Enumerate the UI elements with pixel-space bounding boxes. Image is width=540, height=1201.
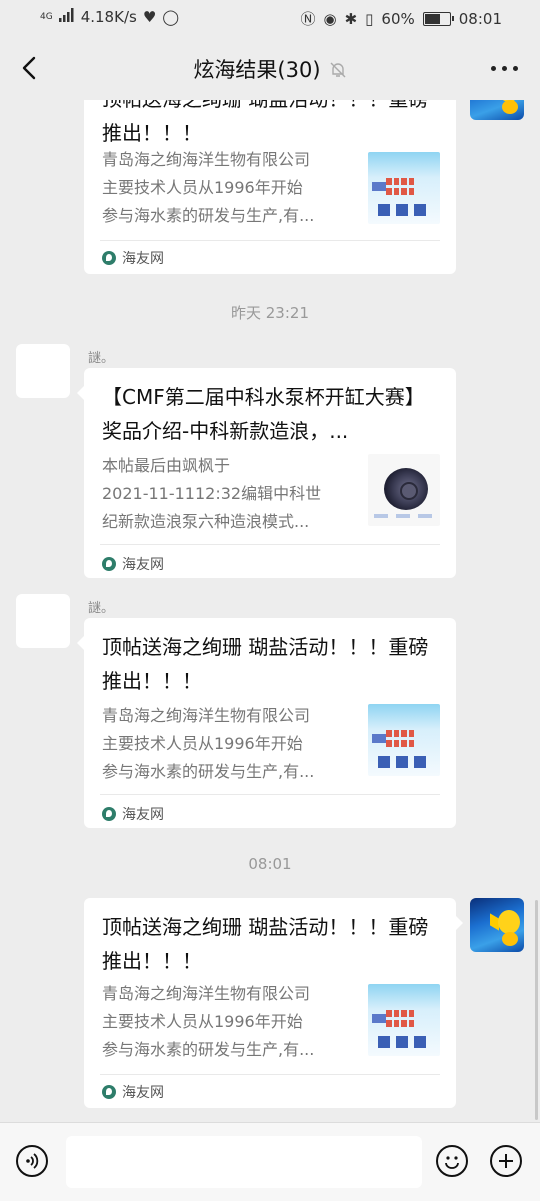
desc-line: 参与海水素的研发与生产,有... bbox=[102, 206, 315, 225]
signal-icon bbox=[58, 8, 75, 26]
clock: 08:01 bbox=[458, 9, 502, 28]
desc-line: 青岛海之绚海洋生物有限公司 bbox=[102, 150, 311, 169]
source-logo-icon bbox=[102, 1085, 116, 1099]
scrollbar[interactable] bbox=[535, 900, 538, 1120]
card-source: 海友网 bbox=[102, 248, 164, 268]
desc-line: 纪新款造浪泵六种造浪模式... bbox=[102, 512, 310, 531]
desc-line: 参与海水素的研发与生产,有... bbox=[102, 762, 315, 781]
card-thumbnail bbox=[368, 152, 440, 224]
desc-line: 青岛海之绚海洋生物有限公司 bbox=[102, 984, 311, 1003]
desc-line: 参与海水素的研发与生产,有... bbox=[102, 1040, 315, 1059]
source-logo-icon bbox=[102, 807, 116, 821]
card-description: 青岛海之绚海洋生物有限公司 主要技术人员从1996年开始 参与海水素的研发与生产… bbox=[102, 146, 354, 230]
card-source: 海友网 bbox=[102, 804, 164, 824]
desc-line: 本帖最后由飒枫于 bbox=[102, 456, 231, 475]
sender-nickname: 謎。 bbox=[88, 601, 115, 616]
nfc-icon: Ⓝ bbox=[300, 10, 316, 28]
card-divider bbox=[100, 544, 440, 545]
network-type: 4G bbox=[40, 11, 53, 22]
network-speed: 4.18K/s bbox=[80, 8, 137, 26]
vibrate-icon: ▯ bbox=[365, 9, 374, 28]
input-bar bbox=[0, 1122, 540, 1201]
source-name: 海友网 bbox=[122, 1085, 164, 1101]
sender-avatar[interactable] bbox=[16, 344, 70, 398]
circle-icon: ◯ bbox=[162, 8, 180, 26]
source-name: 海友网 bbox=[122, 807, 164, 823]
message-input[interactable] bbox=[66, 1136, 422, 1188]
desc-line: 2021-11-1112:32编辑中科世 bbox=[102, 484, 322, 503]
chat-title-wrap: 炫海结果(30) bbox=[0, 54, 540, 84]
my-avatar[interactable] bbox=[470, 898, 524, 952]
bluetooth-icon: ✱ bbox=[344, 9, 358, 28]
card-divider bbox=[100, 1074, 440, 1075]
sender-avatar[interactable] bbox=[16, 594, 70, 648]
card-divider bbox=[100, 240, 440, 241]
source-name: 海友网 bbox=[122, 557, 164, 573]
sender-nickname: 謎。 bbox=[88, 351, 115, 366]
link-card[interactable]: 顶帖送海之绚珊 瑚盐活动！！！重磅推出！！！ 青岛海之绚海洋生物有限公司 主要技… bbox=[77, 618, 456, 828]
desc-line: 主要技术人员从1996年开始 bbox=[102, 178, 303, 197]
card-thumbnail bbox=[368, 984, 440, 1056]
link-card[interactable]: 【CMF第二届中科水泵杯开缸大赛】奖品介绍-中科新款造浪，... 本帖最后由飒枫… bbox=[77, 368, 456, 578]
card-source: 海友网 bbox=[102, 1082, 164, 1102]
plus-icon[interactable] bbox=[490, 1145, 522, 1177]
card-thumbnail bbox=[368, 704, 440, 776]
card-source: 海友网 bbox=[102, 554, 164, 574]
card-thumbnail bbox=[368, 454, 440, 526]
card-title: 【CMF第二届中科水泵杯开缸大赛】奖品介绍-中科新款造浪，... bbox=[102, 385, 425, 443]
chat-title: 炫海结果(30) bbox=[193, 58, 321, 82]
card-title: 顶帖送海之绚珊 瑚盐活动！！！重磅推出！！！ bbox=[102, 635, 429, 693]
eye-icon: ◉ bbox=[323, 9, 337, 28]
card-description: 青岛海之绚海洋生物有限公司 主要技术人员从1996年开始 参与海水素的研发与生产… bbox=[102, 702, 354, 786]
source-logo-icon bbox=[102, 251, 116, 265]
link-card[interactable]: 顶帖送海之绚珊 瑚盐活动！！！重磅推出！！！ 青岛海之绚海洋生物有限公司 主要技… bbox=[84, 898, 463, 1108]
emoji-icon[interactable] bbox=[436, 1145, 468, 1177]
card-description: 青岛海之绚海洋生物有限公司 主要技术人员从1996年开始 参与海水素的研发与生产… bbox=[102, 980, 354, 1064]
card-title: 顶帖送海之绚珊 瑚盐活动！！！重磅推出！！！ bbox=[102, 915, 429, 973]
card-description: 本帖最后由飒枫于 2021-11-1112:32编辑中科世 纪新款造浪泵六种造浪… bbox=[102, 452, 354, 536]
heart-icon: ♥ bbox=[142, 8, 157, 26]
desc-line: 主要技术人员从1996年开始 bbox=[102, 734, 303, 753]
desc-line: 青岛海之绚海洋生物有限公司 bbox=[102, 706, 311, 725]
source-logo-icon bbox=[102, 557, 116, 571]
timestamp: 08:01 bbox=[248, 855, 292, 873]
more-dots-icon[interactable] bbox=[491, 66, 518, 71]
desc-line: 主要技术人员从1996年开始 bbox=[102, 1012, 303, 1031]
card-divider bbox=[100, 794, 440, 795]
chat-header: 炫海结果(30) bbox=[0, 36, 540, 100]
battery-icon bbox=[422, 11, 454, 26]
status-bar: 4G 4.18K/s ♥ ◯ Ⓝ ◉ ✱ ▯ 60% 08:01 bbox=[0, 0, 540, 36]
battery-percent: 60% bbox=[381, 9, 415, 28]
voice-icon[interactable] bbox=[16, 1145, 48, 1177]
message-list[interactable]: 顶帖送海之绚珊 瑚盐活动！！！重磅推出！！！ 青岛海之绚海洋生物有限公司 主要技… bbox=[0, 0, 540, 1122]
timestamp: 昨天 23:21 bbox=[231, 304, 309, 322]
source-name: 海友网 bbox=[122, 251, 164, 267]
bell-off-icon bbox=[329, 60, 347, 78]
